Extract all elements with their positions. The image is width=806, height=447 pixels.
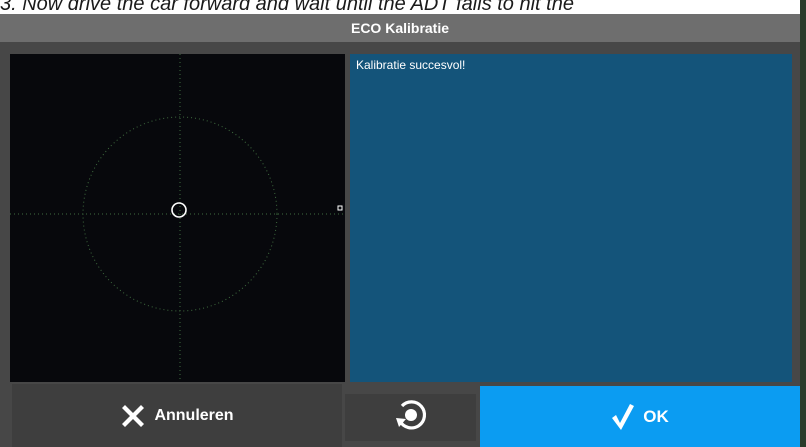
close-x-icon <box>120 403 146 429</box>
edge-marker <box>337 205 343 211</box>
dialog-title: ECO Kalibratie <box>350 20 450 36</box>
eco-calibration-dialog: ECO Kalibratie Kalibratie succesvol! Ann… <box>0 14 800 447</box>
message-panel: Kalibratie succesvol! <box>350 54 792 382</box>
position-marker <box>171 202 187 218</box>
checkmark-icon <box>611 403 635 431</box>
background-edge <box>800 0 806 447</box>
recalibrate-button[interactable] <box>345 394 476 441</box>
background-instruction-text: 3. Now drive the car forward and wait un… <box>0 0 574 14</box>
cancel-button-label: Annuleren <box>154 406 234 424</box>
ok-button[interactable]: OK <box>480 386 800 447</box>
calibration-graph <box>10 54 345 382</box>
calibration-status-text: Kalibratie succesvol! <box>356 58 466 72</box>
ok-button-label: OK <box>643 406 669 426</box>
dialog-title-bar: ECO Kalibratie <box>0 14 800 42</box>
cancel-button[interactable]: Annuleren <box>12 384 342 447</box>
rotate-refresh-icon <box>393 397 429 438</box>
